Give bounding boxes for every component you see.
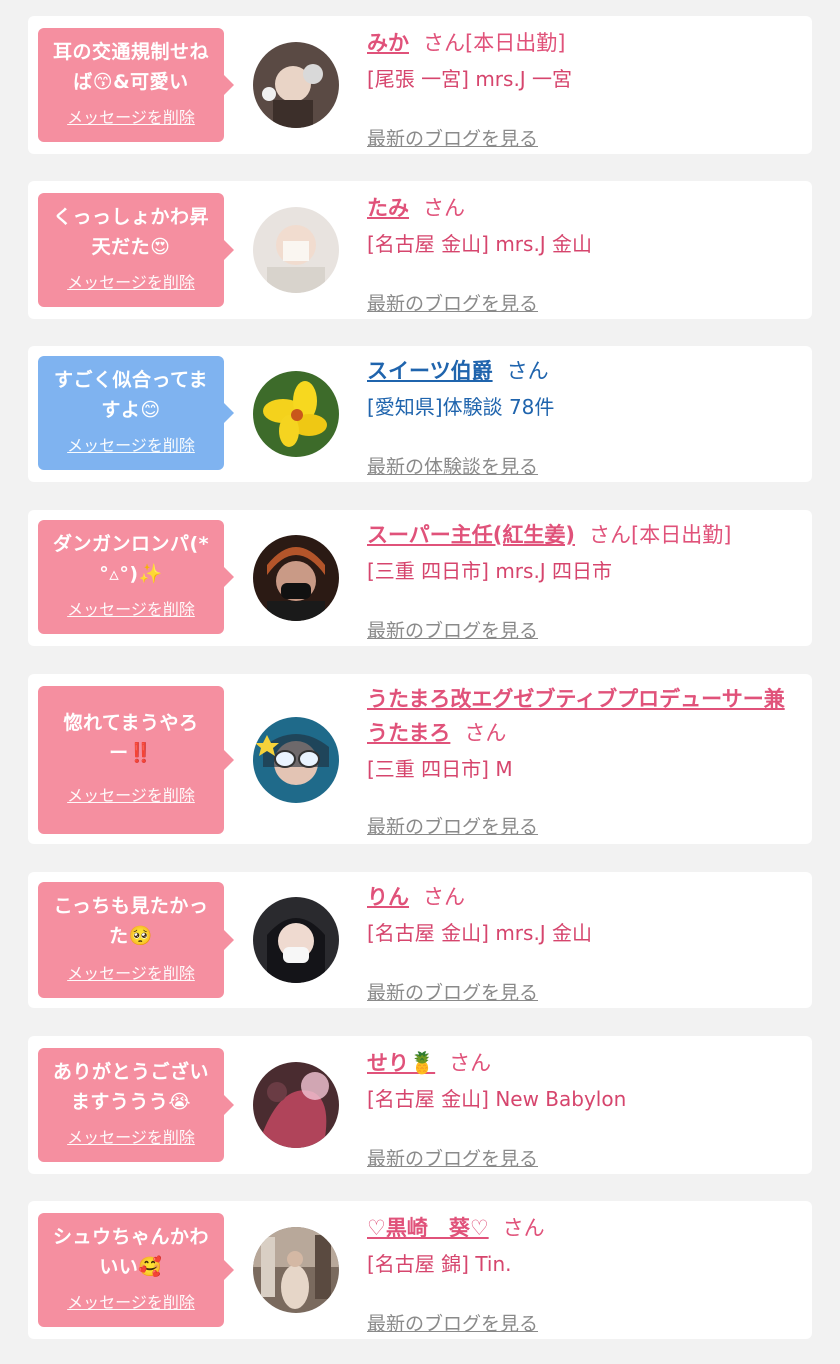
honorific-suffix: さん [423,31,465,55]
user-name-link[interactable]: たみ [367,196,409,220]
avatar[interactable] [253,1062,339,1148]
shop-area: [名古屋 錦] Tin. [367,1252,512,1276]
latest-blog-link[interactable]: 最新のブログを見る [367,1144,538,1171]
shop-area: [名古屋 金山] New Babylon [367,1087,627,1111]
message-card: ダンガンロンパ(* °▵°)✨ メッセージを削除 スーパー主任(紅生姜) さん[本… [28,510,812,646]
honorific-suffix: さん [423,885,465,909]
message-list: 耳の交通規制せね ば😙&可愛い メッセージを削除 みか さん[本日出勤] [尾張 … [0,0,840,1364]
user-name-link[interactable]: スイーツ伯爵 [367,359,493,383]
user-name-link[interactable]: せり🍍 [367,1051,435,1075]
avatar[interactable] [253,535,339,621]
message-bubble: くっっしょかわ昇 天だた😍 メッセージを削除 [38,193,234,307]
delete-message-link[interactable]: メッセージを削除 [38,782,224,806]
message-text: すごく似合ってま すよ😊 [53,369,209,421]
honorific-suffix: さん [589,523,631,547]
honorific-suffix: さん [502,1216,545,1240]
user-info: スーパー主任(紅生姜) さん[本日出勤] [三重 四日市] mrs.J 四日市 最… [367,518,794,642]
user-name-link[interactable]: スーパー主任(紅生姜) [367,523,575,547]
avatar[interactable] [253,207,339,293]
avatar[interactable] [253,1227,339,1313]
message-text: シュウちゃんかわ いい🥰 [52,1226,209,1278]
message-card: すごく似合ってま すよ😊 メッセージを削除 スイーツ伯爵 さん [愛知県]体験談 … [28,346,812,482]
user-info: せり🍍 さん [名古屋 金山] New Babylon 最新のブログを見る [367,1046,794,1170]
shop-area: [名古屋 金山] mrs.J 金山 [367,232,593,256]
latest-blog-link[interactable]: 最新のブログを見る [367,978,538,1005]
message-text: 耳の交通規制せね ば😙&可愛い [52,41,209,93]
message-bubble: 耳の交通規制せね ば😙&可愛い メッセージを削除 [38,28,234,142]
latest-blog-link[interactable]: 最新のブログを見る [367,1309,538,1336]
latest-blog-link[interactable]: 最新のブログを見る [367,812,538,839]
user-info: たみ さん [名古屋 金山] mrs.J 金山 最新のブログを見る [367,191,794,315]
attendance-status: [本日出勤] [631,523,732,547]
user-name-link[interactable]: うたまろ改エグゼブティブプロデューサー兼うたまろ [367,687,785,745]
user-name-link[interactable]: みか [367,31,409,55]
shop-area: [名古屋 金山] mrs.J 金山 [367,921,593,945]
delete-message-link[interactable]: メッセージを削除 [38,269,224,293]
latest-review-link[interactable]: 最新の体験談を見る [367,452,538,479]
latest-blog-link[interactable]: 最新のブログを見る [367,289,538,316]
message-bubble: 惚れてまうやろ ー‼️ メッセージを削除 [38,686,234,834]
honorific-suffix: さん [449,1051,492,1075]
avatar[interactable] [253,42,339,128]
honorific-suffix: さん [423,196,465,220]
review-count: [愛知県]体験談 78件 [367,395,555,419]
delete-message-link[interactable]: メッセージを削除 [38,1124,224,1148]
message-text: ありがとうござい ますううう😭 [52,1061,209,1113]
message-text: こっちも見たかっ た🥺 [53,895,209,947]
message-bubble: こっちも見たかっ た🥺 メッセージを削除 [38,882,234,998]
message-bubble: シュウちゃんかわ いい🥰 メッセージを削除 [38,1213,234,1327]
message-bubble: すごく似合ってま すよ😊 メッセージを削除 [38,356,234,470]
user-info: ♡黒崎 葵♡ さん [名古屋 錦] Tin. 最新のブログを見る [367,1211,794,1335]
avatar[interactable] [253,717,339,803]
honorific-suffix: さん [464,721,507,745]
message-card: 耳の交通規制せね ば😙&可愛い メッセージを削除 みか さん[本日出勤] [尾張 … [28,16,812,154]
user-name-link[interactable]: ♡黒崎 葵♡ [367,1216,489,1240]
message-card: 惚れてまうやろ ー‼️ メッセージを削除 うたまろ改エグゼブティブプロデューサー… [28,674,812,844]
message-text: 惚れてまうやろ ー‼️ [63,712,199,764]
message-bubble: ダンガンロンパ(* °▵°)✨ メッセージを削除 [38,520,234,634]
message-card: こっちも見たかっ た🥺 メッセージを削除 りん さん [名古屋 金山] mrs.J… [28,872,812,1008]
user-info: スイーツ伯爵 さん [愛知県]体験談 78件 最新の体験談を見る [367,354,794,478]
user-name-link[interactable]: りん [367,885,409,909]
delete-message-link[interactable]: メッセージを削除 [38,432,224,456]
avatar[interactable] [253,897,339,983]
delete-message-link[interactable]: メッセージを削除 [38,1289,224,1313]
message-card: シュウちゃんかわ いい🥰 メッセージを削除 ♡黒崎 葵♡ さん [名古屋 錦] T… [28,1201,812,1339]
user-info: みか さん[本日出勤] [尾張 一宮] mrs.J 一宮 最新のブログを見る [367,26,794,150]
message-text: ダンガンロンパ(* °▵°)✨ [52,533,210,585]
message-text: くっっしょかわ昇 天だた😍 [52,206,209,258]
attendance-status: [本日出勤] [465,31,566,55]
delete-message-link[interactable]: メッセージを削除 [38,960,224,984]
user-info: うたまろ改エグゼブティブプロデューサー兼うたまろ さん [三重 四日市] M 最新… [367,682,794,838]
honorific-suffix: さん [506,359,549,383]
message-bubble: ありがとうござい ますううう😭 メッセージを削除 [38,1048,234,1162]
shop-area: [三重 四日市] mrs.J 四日市 [367,559,613,583]
shop-area: [三重 四日市] M [367,757,513,781]
delete-message-link[interactable]: メッセージを削除 [38,104,224,128]
message-card: ありがとうござい ますううう😭 メッセージを削除 せり🍍 さん [名古屋 金山] … [28,1036,812,1174]
message-card: くっっしょかわ昇 天だた😍 メッセージを削除 たみ さん [名古屋 金山] mrs… [28,181,812,319]
shop-area: [尾張 一宮] mrs.J 一宮 [367,67,573,91]
avatar[interactable] [253,371,339,457]
delete-message-link[interactable]: メッセージを削除 [38,596,224,620]
latest-blog-link[interactable]: 最新のブログを見る [367,124,538,151]
latest-blog-link[interactable]: 最新のブログを見る [367,616,538,643]
user-info: りん さん [名古屋 金山] mrs.J 金山 最新のブログを見る [367,880,794,1004]
